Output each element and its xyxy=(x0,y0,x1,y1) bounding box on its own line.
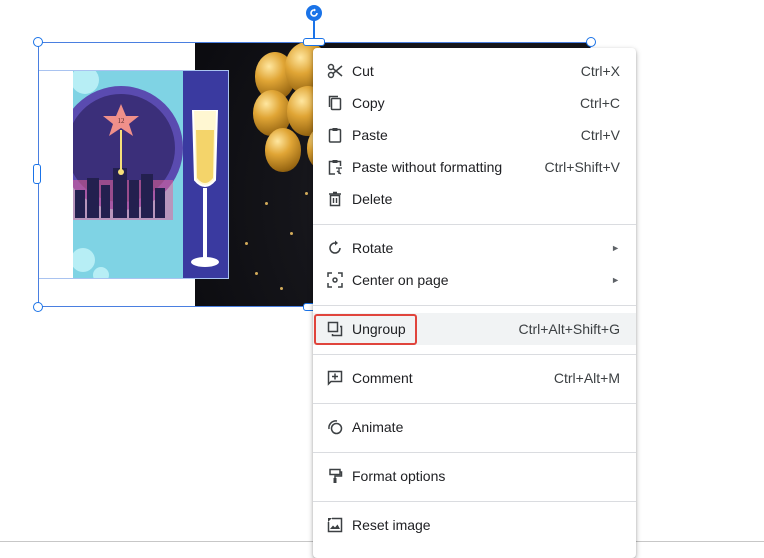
menu-label-delete: Delete xyxy=(352,191,393,207)
submenu-arrow-icon: ► xyxy=(611,275,620,285)
menu-item-paste[interactable]: Paste Ctrl+V xyxy=(313,119,636,151)
animate-icon xyxy=(328,420,343,435)
ungroup-highlight-box xyxy=(314,314,417,345)
menu-divider xyxy=(313,305,636,306)
menu-divider xyxy=(313,403,636,404)
reset-image-icon xyxy=(327,517,343,533)
resize-handle-top[interactable] xyxy=(303,38,325,46)
menu-label-paste: Paste xyxy=(352,127,388,143)
menu-label-paste-plain: Paste without formatting xyxy=(352,159,503,175)
scissors-icon xyxy=(327,63,343,79)
menu-item-animate[interactable]: Animate xyxy=(313,411,636,443)
trash-icon xyxy=(329,191,341,207)
menu-label-animate: Animate xyxy=(352,419,404,435)
menu-divider xyxy=(313,452,636,453)
format-paint-icon xyxy=(329,468,343,483)
resize-handle-top-right[interactable] xyxy=(586,37,596,47)
shortcut-ungroup: Ctrl+Alt+Shift+G xyxy=(518,321,620,337)
menu-divider xyxy=(313,501,636,502)
menu-item-format-options[interactable]: Format options xyxy=(313,460,636,492)
context-menu: Cut Ctrl+X Copy Ctrl+C Paste Ctrl+V Past… xyxy=(313,48,636,558)
center-icon xyxy=(327,272,343,288)
rotate-handle[interactable] xyxy=(306,5,322,21)
menu-divider xyxy=(313,224,636,225)
menu-item-reset-image[interactable]: Reset image xyxy=(313,509,636,541)
shortcut-comment: Ctrl+Alt+M xyxy=(553,370,620,386)
menu-label-rotate: Rotate xyxy=(352,240,394,256)
shortcut-cut: Ctrl+X xyxy=(580,63,620,79)
rotate-icon xyxy=(329,240,341,254)
paste-plain-icon xyxy=(328,160,342,175)
menu-item-center-on-page[interactable]: Center on page ► xyxy=(313,264,636,296)
clipboard-icon xyxy=(328,128,342,143)
menu-label-format: Format options xyxy=(352,468,446,484)
resize-handle-bottom-left[interactable] xyxy=(33,302,43,312)
shortcut-copy: Ctrl+C xyxy=(579,95,620,111)
rotate-arrow-icon xyxy=(310,8,318,17)
menu-label-comment: Comment xyxy=(352,370,413,386)
menu-item-paste-without-formatting[interactable]: Paste without formatting Ctrl+Shift+V xyxy=(313,151,636,183)
shortcut-paste: Ctrl+V xyxy=(580,127,620,143)
menu-item-rotate[interactable]: Rotate ► xyxy=(313,232,636,264)
menu-label-center: Center on page xyxy=(352,272,449,288)
menu-item-copy[interactable]: Copy Ctrl+C xyxy=(313,87,636,119)
menu-item-cut[interactable]: Cut Ctrl+X xyxy=(313,55,636,87)
submenu-arrow-icon: ► xyxy=(611,243,620,253)
shortcut-paste-plain: Ctrl+Shift+V xyxy=(544,159,620,175)
menu-label-copy: Copy xyxy=(352,95,385,111)
comment-add-icon xyxy=(327,370,343,386)
resize-handle-left[interactable] xyxy=(33,164,41,184)
menu-label-cut: Cut xyxy=(352,63,374,79)
menu-label-reset: Reset image xyxy=(352,517,431,533)
copy-icon xyxy=(328,95,342,111)
menu-item-delete[interactable]: Delete xyxy=(313,183,636,215)
resize-handle-top-left[interactable] xyxy=(33,37,43,47)
menu-item-comment[interactable]: Comment Ctrl+Alt+M xyxy=(313,362,636,394)
menu-divider xyxy=(313,354,636,355)
